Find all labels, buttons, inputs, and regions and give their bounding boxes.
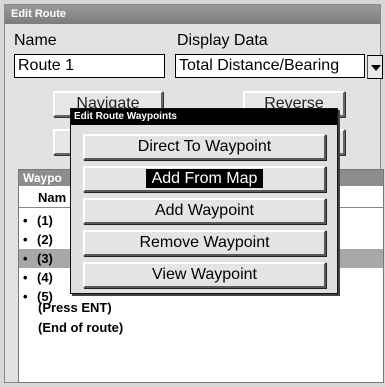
bullet-icon: •	[23, 251, 28, 266]
menu-item-label: Add Waypoint	[154, 202, 254, 219]
view-waypoint-button[interactable]: View Waypoint	[83, 262, 326, 288]
menu-title: Edit Route Waypoints	[71, 109, 337, 125]
bullet-icon: •	[23, 270, 28, 285]
route-name-field[interactable]: Route 1	[14, 54, 165, 78]
waypoint-label: (4)	[37, 270, 53, 285]
add-from-map-button[interactable]: Add From Map	[83, 166, 326, 192]
waypoint-label: (1)	[37, 213, 53, 228]
menu-item-label: View Waypoint	[152, 266, 257, 283]
menu-item-label: Direct To Waypoint	[137, 138, 272, 155]
waypoint-label: (2)	[37, 232, 53, 247]
end-of-route-note: (End of route)	[38, 320, 124, 335]
edit-route-waypoints-menu: Edit Route Waypoints Direct To Waypoint A…	[70, 108, 338, 294]
bullet-icon: •	[23, 213, 28, 228]
direct-to-waypoint-button[interactable]: Direct To Waypoint	[83, 134, 326, 160]
menu-item-label: Add From Map	[145, 169, 264, 188]
edit-route-window: Edit Route Name Route 1 Display Data Tot…	[4, 4, 384, 383]
remove-waypoint-button[interactable]: Remove Waypoint	[83, 230, 326, 256]
chevron-down-icon[interactable]	[367, 55, 383, 79]
name-label: Name	[14, 32, 57, 49]
display-data-select[interactable]: Total Distance/Bearing	[175, 54, 365, 78]
menu-item-label: Remove Waypoint	[139, 234, 270, 251]
window-title: Edit Route	[5, 5, 380, 24]
bullet-icon: •	[23, 232, 28, 247]
press-ent-note: (Press ENT)	[38, 300, 112, 315]
add-waypoint-button[interactable]: Add Waypoint	[83, 198, 326, 224]
waypoint-label: (3)	[37, 251, 53, 266]
display-data-label: Display Data	[177, 32, 268, 49]
